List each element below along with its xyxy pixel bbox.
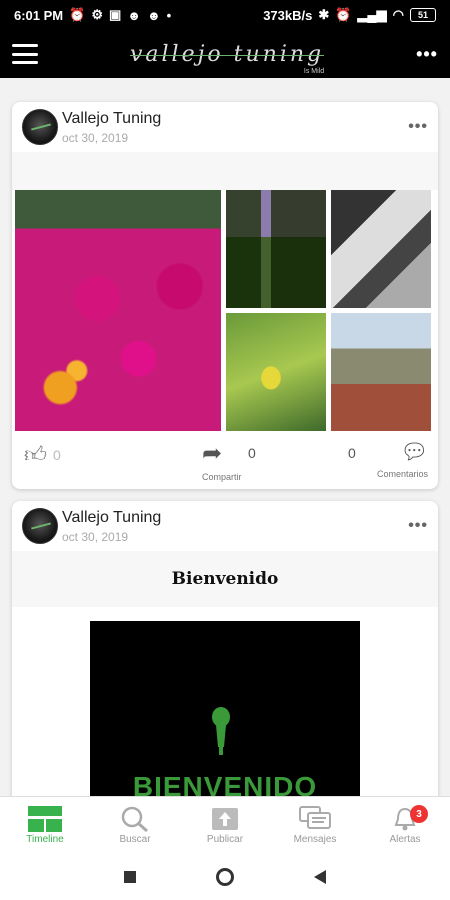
post-title-area: Bienvenido (12, 551, 438, 607)
timeline-icon (28, 806, 62, 832)
post-title: Bienvenido (171, 569, 279, 589)
post-options-icon[interactable]: ••• (408, 118, 428, 136)
signal-icon: ▂▄▆ (357, 7, 387, 22)
upload-icon (212, 808, 238, 830)
nav-mensajes[interactable]: Mensajes (270, 797, 360, 854)
share-button[interactable]: ➦ 0 Compartir (202, 439, 272, 482)
app-logo: vallejo tuning Is Mild (129, 42, 325, 75)
app-bar: vallejo tuning Is Mild ••• (0, 30, 450, 78)
nav-label-mensajes: Mensajes (293, 834, 337, 845)
photo-grid (12, 190, 438, 431)
avatar[interactable] (22, 508, 58, 544)
post-date: oct 30, 2019 (62, 130, 129, 145)
photo-stream[interactable] (331, 190, 431, 308)
logo-subtitle: Is Mild (303, 67, 325, 75)
notification-icon: ▣ (108, 7, 122, 22)
comment-icon: 💬︎ (400, 439, 428, 464)
nav-buscar[interactable]: Buscar (90, 797, 180, 854)
photo-lemon[interactable] (226, 313, 326, 431)
snapchat-icon: ☻ (127, 7, 141, 23)
post-options-icon[interactable]: ••• (408, 517, 428, 535)
post-author[interactable]: Vallejo Tuning (62, 509, 408, 527)
post-actions: 👍︎ 0 ➦ 0 Compartir 0 💬︎ Comentarios (12, 431, 438, 489)
settings-status-icon: ⚙ (91, 7, 103, 22)
nav-label-alertas: Alertas (389, 834, 421, 845)
avatar[interactable] (22, 109, 58, 145)
bottom-navigation: Timeline Buscar Publicar Mensajes 3 Aler… (0, 796, 450, 854)
clock-text: 6:01 PM (14, 7, 64, 23)
alerts-badge: 3 (410, 805, 428, 823)
wifi-icon: ◠ (392, 7, 404, 22)
network-speed: 373kB/s (263, 7, 313, 23)
comments-button[interactable]: 0 💬︎ Comentarios (348, 439, 428, 479)
timeline-feed[interactable]: Vallejo Tuning oct 30, 2019 ••• 👍︎ 0 ➦ 0… (0, 78, 450, 796)
like-button[interactable]: 👍︎ 0 (24, 441, 61, 468)
like-count: 0 (53, 446, 61, 463)
alarm-icon: ⏰ (69, 7, 86, 22)
photo-coast[interactable] (331, 313, 431, 431)
post-date: oct 30, 2019 (62, 529, 129, 544)
post-author[interactable]: Vallejo Tuning (62, 110, 408, 128)
comment-count: 0 (348, 445, 356, 461)
post-card: Vallejo Tuning oct 30, 2019 ••• 👍︎ 0 ➦ 0… (12, 102, 438, 489)
more-notifications-icon: • (166, 7, 172, 23)
share-icon: ➦ (202, 440, 223, 467)
nav-timeline[interactable]: Timeline (0, 797, 90, 854)
nav-label-publicar: Publicar (206, 834, 244, 845)
nav-alertas[interactable]: 3 Alertas (360, 797, 450, 854)
bluetooth-icon: ✱ (318, 7, 330, 22)
back-icon[interactable] (314, 870, 326, 884)
thumbs-up-icon: 👍︎ (24, 442, 47, 467)
menu-icon[interactable] (12, 44, 38, 64)
welcome-image[interactable]: BIENVENIDO (90, 621, 360, 796)
snapchat-icon-2: ☻ (146, 7, 161, 23)
share-count: 0 (248, 445, 256, 461)
nav-label-timeline: Timeline (26, 834, 64, 845)
nav-publicar[interactable]: Publicar (180, 797, 270, 854)
post-header: Vallejo Tuning oct 30, 2019 ••• (12, 102, 438, 152)
recents-icon[interactable] (124, 871, 136, 883)
microphone-icon (212, 707, 230, 755)
battery-icon: 51 (410, 8, 436, 22)
post-header: Vallejo Tuning oct 30, 2019 ••• (12, 501, 438, 551)
post-card: Vallejo Tuning oct 30, 2019 ••• Bienveni… (12, 501, 438, 796)
alarm-icon-right: ⏰ (335, 7, 352, 22)
welcome-image-text: BIENVENIDO (132, 771, 318, 796)
nav-label-buscar: Buscar (119, 834, 151, 845)
share-label: Compartir (202, 472, 242, 482)
home-icon[interactable] (216, 868, 234, 886)
photo-waterfall[interactable] (226, 190, 326, 308)
comments-label: Comentarios (376, 469, 428, 479)
messages-icon (299, 806, 331, 829)
system-navigation (0, 854, 450, 900)
search-icon (121, 806, 148, 832)
photo-flowers[interactable] (15, 190, 221, 431)
post-text-area (12, 152, 438, 190)
overflow-menu-icon[interactable]: ••• (416, 44, 438, 65)
status-bar: 6:01 PM ⏰ ⚙ ▣ ☻ ☻ • 373kB/s ✱ ⏰ ▂▄▆ ◠ 51 (0, 0, 450, 30)
